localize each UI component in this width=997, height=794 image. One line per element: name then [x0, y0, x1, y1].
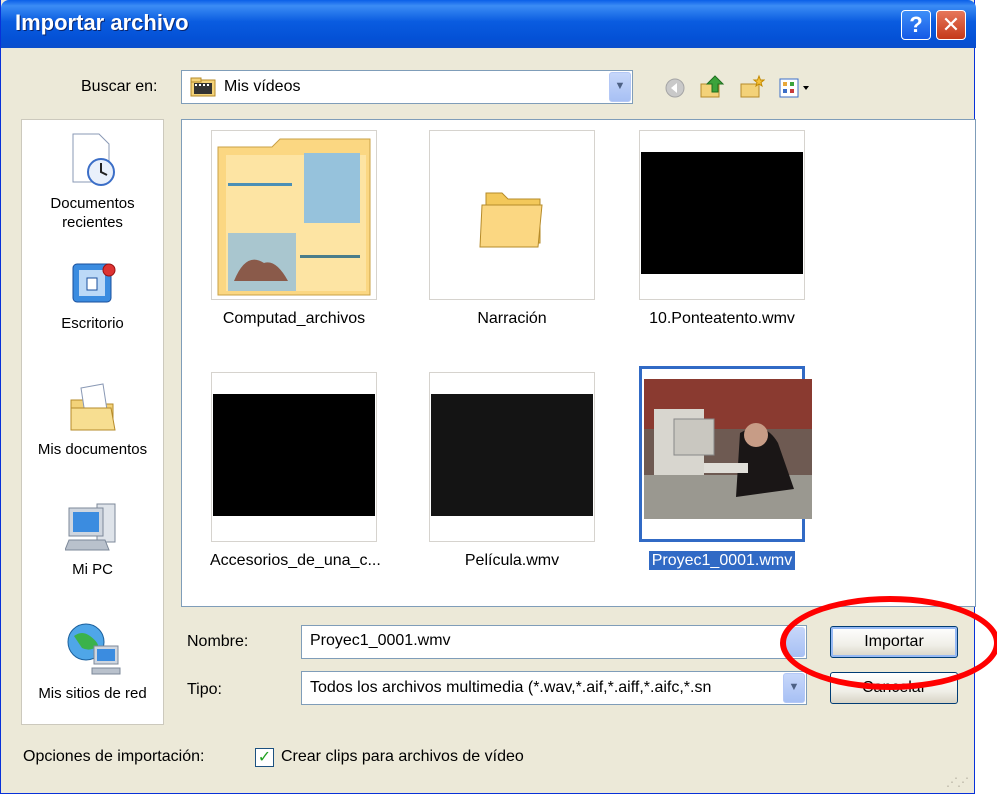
up-folder-icon[interactable] — [699, 74, 725, 100]
file-thumbnail — [429, 372, 595, 542]
file-name: Accesorios_de_una_c... — [210, 552, 381, 569]
file-thumbnail — [211, 130, 377, 300]
file-name: Narración — [477, 310, 547, 327]
my-documents-icon — [70, 383, 116, 431]
place-network[interactable]: Mis sitios de red — [22, 622, 163, 703]
file-type-combobox[interactable]: Todos los archivos multimedia (*.wav,*.a… — [301, 671, 807, 705]
video-thumbnail — [213, 394, 375, 516]
place-my-computer[interactable]: Mi PC — [22, 500, 163, 579]
network-places-icon — [67, 623, 120, 675]
desktop-icon — [72, 263, 115, 303]
file-item[interactable]: Computad_archivos — [210, 130, 378, 328]
place-desktop[interactable]: Escritorio — [22, 260, 163, 333]
help-button[interactable]: ? — [901, 10, 931, 40]
file-item-selected[interactable]: Proyec1_0001.wmv — [638, 366, 812, 570]
recent-documents-icon — [72, 133, 115, 186]
places-bar: Documentos recientes Escritorio Mis docu… — [21, 119, 164, 725]
video-preview-thumbnail — [644, 379, 812, 519]
file-name: Computad_archivos — [222, 310, 366, 327]
file-list[interactable]: Computad_archivos Narración 10.Ponteaten… — [181, 119, 976, 607]
look-in-label: Buscar en: — [81, 78, 158, 95]
place-label: Mis sitios de red — [38, 685, 147, 702]
file-type-value: Todos los archivos multimedia (*.wav,*.a… — [310, 679, 712, 696]
import-options-label: Opciones de importación: — [23, 748, 205, 765]
type-label: Tipo: — [187, 681, 222, 698]
file-name-value: Proyec1_0001.wmv — [310, 632, 451, 649]
title-bar[interactable]: Importar archivo ? ✕ — [1, 0, 976, 48]
dialog-title: Importar archivo — [15, 10, 189, 35]
view-menu-icon[interactable] — [779, 78, 813, 98]
folder-preview-icon — [217, 138, 371, 296]
video-thumbnail — [431, 394, 593, 516]
place-recent-documents[interactable]: Documentos recientes — [22, 132, 163, 232]
file-thumbnail — [429, 130, 595, 300]
name-label: Nombre: — [187, 633, 249, 650]
chevron-down-icon[interactable]: ▼ — [783, 673, 805, 703]
file-name-input[interactable]: Proyec1_0001.wmv — [301, 625, 807, 659]
place-my-documents[interactable]: Mis documentos — [22, 382, 163, 459]
file-name: Película.wmv — [464, 552, 560, 569]
file-item[interactable]: Película.wmv — [428, 372, 596, 570]
place-label: Mis documentos — [37, 441, 148, 458]
file-thumbnail — [639, 366, 812, 542]
my-computer-icon — [64, 503, 115, 551]
look-in-value: Mis vídeos — [224, 78, 301, 95]
annotation-circle — [780, 596, 997, 690]
place-label: Escritorio — [61, 315, 124, 332]
folder-icon — [479, 192, 543, 248]
place-label: Documentos recientes — [50, 195, 135, 231]
chevron-down-icon[interactable]: ▼ — [609, 72, 631, 102]
create-clips-checkbox[interactable]: ✓ — [255, 748, 274, 767]
close-button[interactable]: ✕ — [936, 10, 966, 40]
file-thumbnail — [639, 130, 805, 300]
place-label: Mi PC — [72, 561, 113, 578]
file-thumbnail — [211, 372, 377, 542]
file-item[interactable]: Accesorios_de_una_c... — [210, 372, 381, 570]
create-clips-label[interactable]: Crear clips para archivos de vídeo — [281, 748, 524, 766]
new-folder-icon[interactable] — [739, 74, 765, 100]
file-item[interactable]: 10.Ponteatento.wmv — [638, 130, 806, 328]
back-icon[interactable] — [665, 78, 685, 98]
look-in-combobox[interactable]: Mis vídeos ▼ — [181, 70, 633, 104]
video-thumbnail — [641, 152, 803, 274]
file-item[interactable]: Narración — [428, 130, 596, 328]
file-name: 10.Ponteatento.wmv — [649, 310, 795, 327]
file-name: Proyec1_0001.wmv — [638, 551, 806, 570]
video-folder-icon — [190, 77, 216, 97]
resize-grip-icon[interactable]: ⋰⋰ — [946, 775, 969, 789]
